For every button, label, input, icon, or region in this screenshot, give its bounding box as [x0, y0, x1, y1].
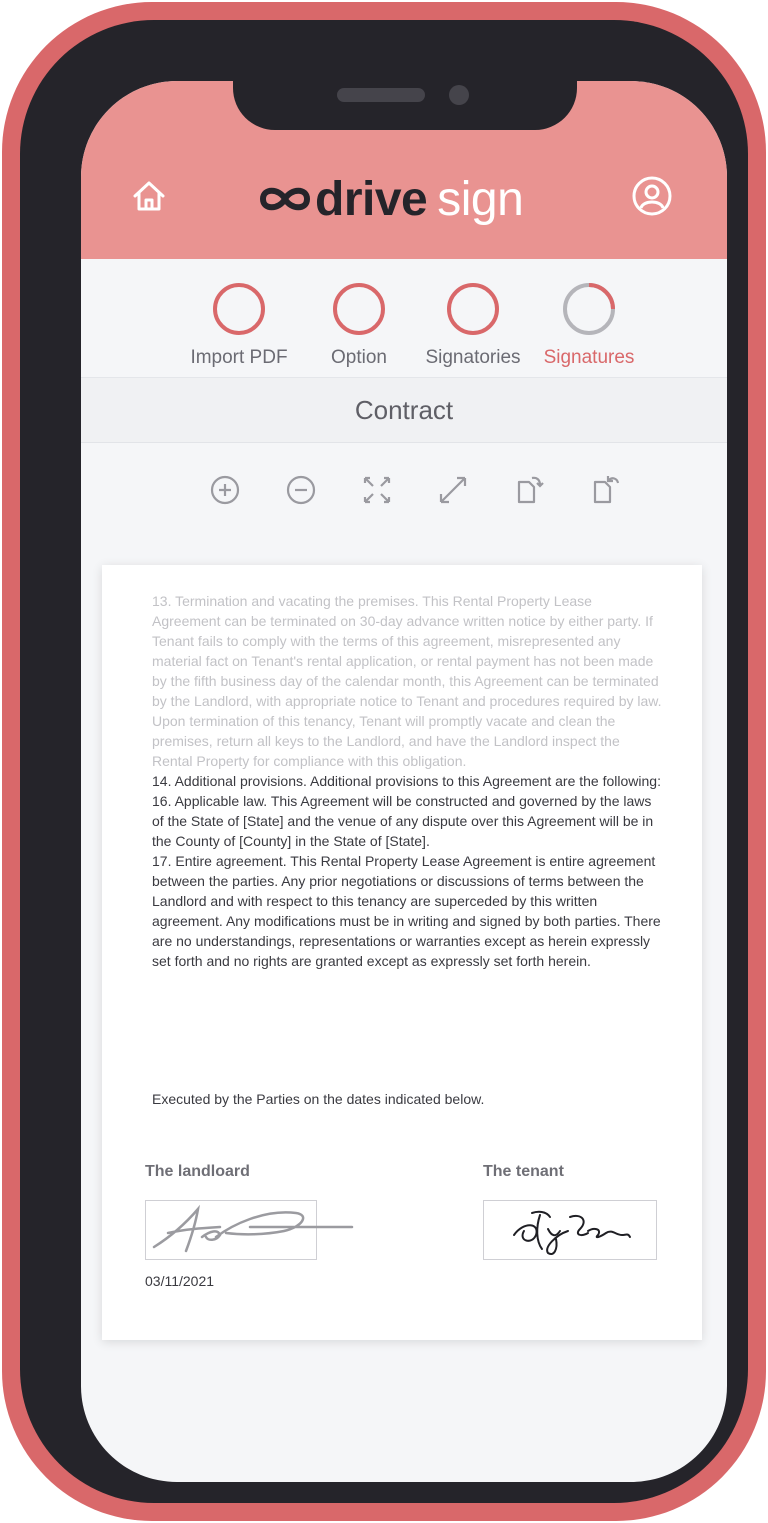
logo-wordmark-sign: sign	[437, 172, 524, 226]
home-button[interactable]	[129, 176, 169, 216]
paragraph-16: 16. Applicable law. This Agreement will …	[152, 793, 654, 849]
step-label: Import PDF	[190, 347, 288, 368]
app-logo: drive sign	[257, 169, 557, 229]
document-body: 13. Termination and vacating the premise…	[152, 591, 662, 971]
zoom-in-icon	[210, 475, 240, 505]
step-complete-ring-icon	[213, 283, 265, 335]
rotate-right-button[interactable]	[512, 473, 546, 507]
zoom-out-icon	[286, 475, 316, 505]
logo-wordmark-drive: drive	[315, 172, 428, 226]
profile-button[interactable]	[631, 175, 673, 217]
speaker-grille	[337, 88, 425, 102]
user-circle-icon	[632, 176, 672, 216]
step-signatures[interactable]: Signatures	[519, 281, 659, 369]
fit-page-button[interactable]	[360, 473, 394, 507]
step-progress: Import PDF Option Signatories Signatures	[81, 259, 727, 378]
step-complete-ring-icon	[447, 283, 499, 335]
zoom-out-button[interactable]	[284, 473, 318, 507]
expand-icon	[439, 476, 467, 504]
tenant-label: The tenant	[483, 1163, 564, 1180]
expand-button[interactable]	[436, 473, 470, 507]
document-title-bar: Contract	[81, 378, 727, 443]
rotate-left-button[interactable]	[588, 473, 622, 507]
screen: drive sign Import PDF Option Signatories…	[81, 81, 727, 1482]
phone-notch	[233, 38, 577, 130]
paragraph-14: 14. Additional provisions. Additional pr…	[152, 773, 661, 789]
phone-bezel: drive sign Import PDF Option Signatories…	[20, 20, 748, 1503]
front-camera	[449, 85, 469, 105]
paragraph-13: 13. Termination and vacating the premise…	[152, 593, 662, 769]
document-toolbar	[81, 443, 727, 537]
executed-statement: Executed by the Parties on the dates ind…	[152, 1091, 485, 1107]
step-complete-ring-icon	[333, 283, 385, 335]
landlord-signature-date: 03/11/2021	[145, 1273, 215, 1289]
tenant-signature-image	[513, 1210, 631, 1255]
landlord-signature-field[interactable]	[145, 1200, 354, 1260]
home-icon	[133, 181, 165, 211]
tenant-signature-field[interactable]	[483, 1200, 657, 1260]
zoom-in-button[interactable]	[208, 473, 242, 507]
step-label: Signatures	[543, 347, 635, 368]
document-title: Contract	[354, 394, 454, 425]
landlord-label: The landloard	[145, 1163, 250, 1180]
phone-frame: drive sign Import PDF Option Signatories…	[2, 2, 766, 1521]
step-import-pdf[interactable]: Import PDF	[169, 281, 309, 369]
rotate-left-icon	[593, 476, 620, 504]
document-page: 13. Termination and vacating the premise…	[102, 565, 702, 1340]
paragraph-17: 17. Entire agreement. This Rental Proper…	[152, 853, 661, 969]
infinity-logo-icon	[259, 187, 311, 211]
step-progress-ring-icon	[563, 283, 615, 335]
landlord-signature-image	[152, 1204, 354, 1253]
fit-page-icon	[363, 476, 391, 504]
rotate-right-icon	[517, 476, 544, 504]
